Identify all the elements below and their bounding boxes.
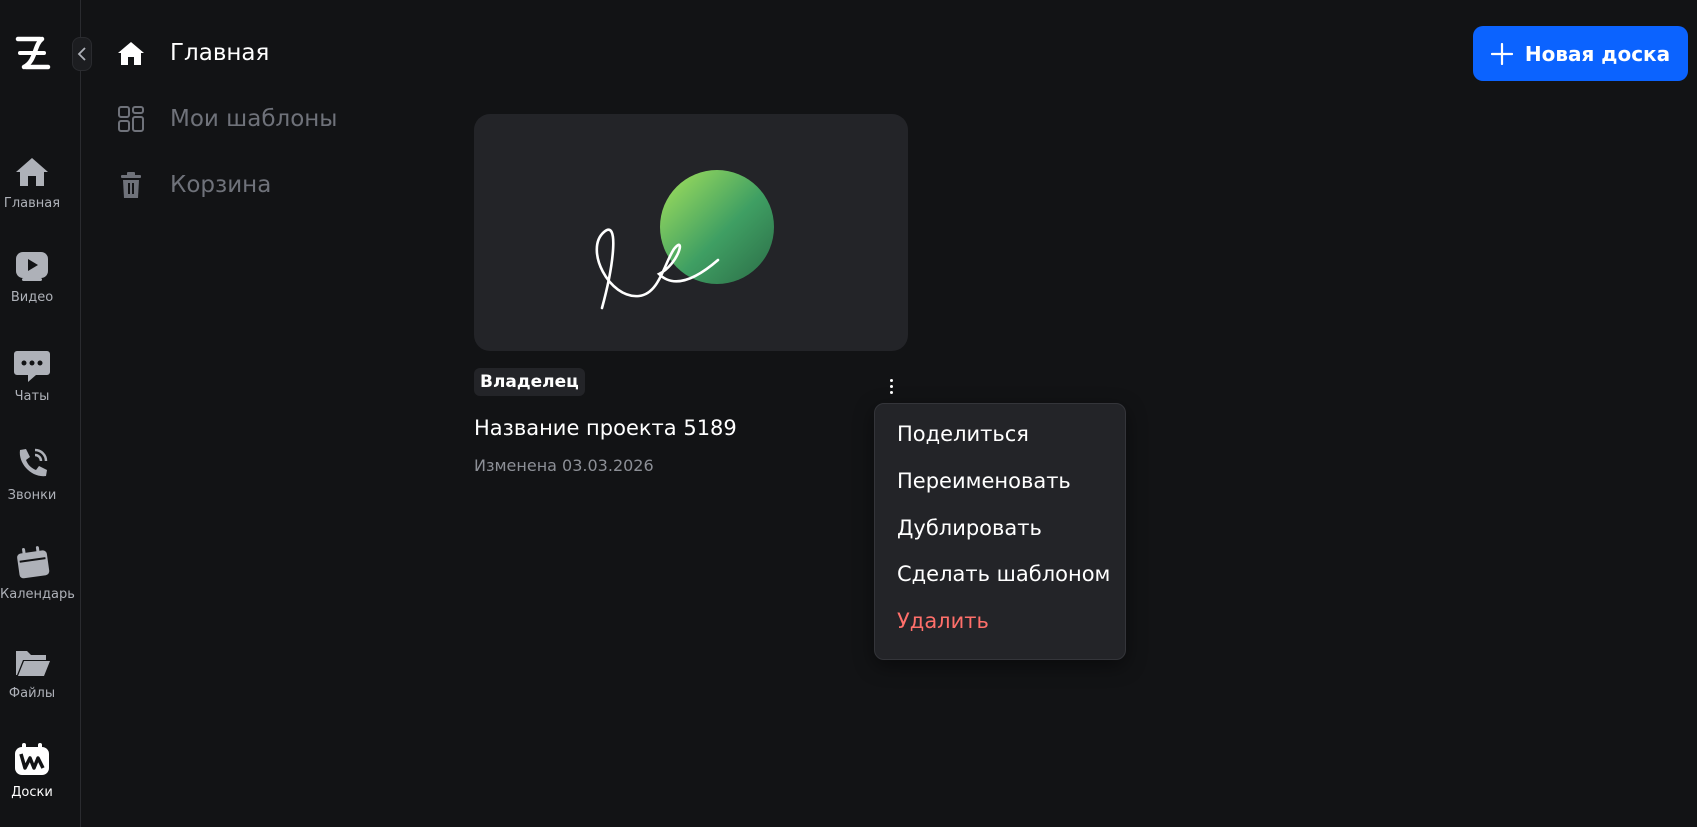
rail-item-label: Календарь (0, 587, 75, 602)
nav-item-label: Корзина (170, 172, 272, 198)
role-badge: Владелец (474, 368, 585, 396)
rail-item-label: Файлы (8, 686, 56, 701)
board-context-menu: Поделиться Переименовать Дублировать Сде… (874, 403, 1126, 660)
new-board-button[interactable]: Новая доска (1473, 26, 1688, 81)
nav-item-label: Главная (170, 40, 270, 66)
dot-icon (889, 384, 893, 388)
home-icon (16, 158, 48, 186)
chat-icon (14, 351, 50, 382)
rail-item-video[interactable]: Видео (0, 246, 64, 305)
nav-item-home[interactable]: Главная (116, 38, 269, 68)
menu-item-make-template[interactable]: Сделать шаблоном (897, 562, 1110, 586)
rail-item-label: Главная (3, 196, 61, 211)
calendar-icon (17, 546, 50, 579)
app-logo-icon[interactable] (14, 33, 52, 73)
plus-icon (1490, 42, 1513, 65)
rail-item-home[interactable]: Главная (0, 152, 64, 211)
home-icon (118, 42, 144, 65)
rail-item-calendar[interactable]: Календарь (0, 543, 75, 602)
board-thumbnail[interactable] (474, 114, 908, 351)
nav-item-label: Мои шаблоны (170, 106, 338, 132)
app-window: Главная Видео Чаты Звонки Календарь Файл… (0, 0, 1697, 827)
dot-icon (889, 378, 893, 382)
left-rail: Главная Видео Чаты Звонки Календарь Файл… (0, 0, 81, 827)
collapse-sidebar-button[interactable] (72, 37, 92, 71)
rail-item-label: Звонки (7, 488, 57, 503)
new-board-label: Новая доска (1524, 41, 1671, 66)
board-modified-date: Изменена 03.03.2026 (474, 456, 654, 475)
phone-icon (19, 448, 48, 477)
rail-item-label: Доски (11, 785, 53, 800)
nav-item-trash[interactable]: Корзина (116, 170, 271, 200)
chevron-left-icon (77, 47, 86, 61)
rail-item-chats[interactable]: Чаты (0, 345, 64, 404)
rail-item-boards[interactable]: Доски (0, 741, 64, 800)
menu-item-delete[interactable]: Удалить (897, 609, 989, 633)
nav-item-my-templates[interactable]: Мои шаблоны (116, 104, 337, 134)
video-icon (16, 252, 48, 281)
dot-icon (889, 390, 893, 394)
board-more-button[interactable] (880, 374, 902, 398)
grid-icon (118, 106, 144, 132)
menu-item-duplicate[interactable]: Дублировать (897, 516, 1042, 540)
rail-item-calls[interactable]: Звонки (0, 444, 64, 503)
board-preview-image (595, 170, 774, 310)
rail-item-label: Чаты (14, 389, 50, 404)
board-title[interactable]: Название проекта 5189 (474, 416, 737, 440)
menu-item-rename[interactable]: Переименовать (897, 469, 1071, 493)
folder-icon (16, 651, 50, 676)
rail-item-files[interactable]: Файлы (0, 642, 64, 701)
boards-icon (15, 743, 49, 775)
menu-item-share[interactable]: Поделиться (897, 422, 1029, 446)
rail-item-label: Видео (10, 290, 54, 305)
trash-icon (121, 172, 141, 198)
